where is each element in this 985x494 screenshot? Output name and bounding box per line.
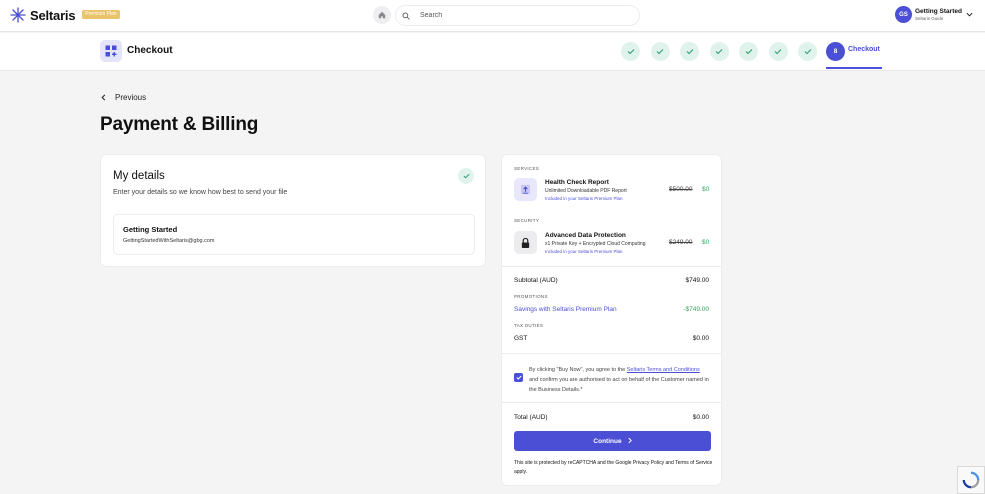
total-value: $0.00 xyxy=(692,414,709,421)
logo-icon xyxy=(10,7,26,23)
check-icon xyxy=(627,49,634,55)
security-name: Advanced Data Protection xyxy=(545,232,626,239)
previous-label: Previous xyxy=(115,93,147,102)
avatar: GS xyxy=(895,6,912,23)
step-completed-3[interactable] xyxy=(680,42,699,61)
tax-label: TAX DUTIES xyxy=(514,323,544,328)
search-icon xyxy=(402,11,410,20)
check-icon xyxy=(804,49,811,55)
terms-text: By clicking "Buy Now", you agree to the … xyxy=(529,365,709,395)
terms-link[interactable]: Seltaris Terms and Conditions xyxy=(627,367,700,373)
step-current: 8 xyxy=(826,42,845,61)
step-completed-5[interactable] xyxy=(739,42,758,61)
captcha-note: This site is protected by reCAPTCHA and … xyxy=(514,460,713,475)
security-label: SECURITY xyxy=(514,218,540,223)
details-subtitle: Enter your details so we know how best t… xyxy=(113,189,288,196)
logo[interactable]: Seltaris xyxy=(10,7,76,23)
step-completed-2[interactable] xyxy=(650,42,670,61)
service-included: Included in your Seltaris Premium Plan xyxy=(545,196,623,201)
divider xyxy=(502,266,721,267)
gst-label: GST xyxy=(514,335,528,342)
check-icon xyxy=(458,168,474,184)
user-info: Getting Started Seltaris Guide xyxy=(915,8,962,22)
service-description: Unlimited Downloadable PDF Report xyxy=(545,188,627,194)
check-icon xyxy=(715,49,723,55)
service-price: $0 xyxy=(702,186,710,193)
lock-icon xyxy=(514,231,537,254)
details-title: My details xyxy=(113,170,165,182)
upload-icon xyxy=(514,178,537,201)
check-icon xyxy=(686,49,693,55)
my-details-card: My details Enter your details so we know… xyxy=(100,154,486,267)
subtotal-value: $749.00 xyxy=(685,277,710,284)
step-completed-4[interactable] xyxy=(709,42,729,61)
service-old-price: $500.00 xyxy=(669,186,693,193)
previous-link[interactable]: Previous xyxy=(101,93,146,102)
user-subtitle: Seltaris Guide xyxy=(915,15,944,21)
contact-name: Getting Started xyxy=(123,225,178,234)
home-button[interactable] xyxy=(373,6,391,24)
plan-badge: Premium Plan xyxy=(82,10,120,19)
logo-text: Seltaris xyxy=(30,7,76,23)
gst-value: $0.00 xyxy=(692,335,709,342)
order-summary-card: SERVICES Health Check Report Unlimited D… xyxy=(501,154,722,486)
service-name: Health Check Report xyxy=(545,179,609,186)
user-name: Getting Started xyxy=(915,7,962,15)
page-heading: Payment & Billing xyxy=(100,114,259,135)
contact-card[interactable]: Getting Started GettingStartedWithSeltar… xyxy=(113,214,475,255)
terms-post: and confirm you are authorised to act on… xyxy=(529,377,709,393)
security-included: Included in your Seltaris Premium Plan xyxy=(545,249,623,254)
chevron-down-icon xyxy=(966,10,973,19)
divider xyxy=(502,353,721,354)
terms-pre: By clicking "Buy Now", you agree to the xyxy=(529,367,627,373)
chevron-right-icon xyxy=(628,437,632,446)
check-icon xyxy=(774,49,782,55)
step-completed-1[interactable] xyxy=(621,42,640,61)
security-old-price: $249.00 xyxy=(669,239,693,246)
search-input[interactable] xyxy=(420,12,620,19)
total-label: Total (AUD) xyxy=(514,414,548,421)
contact-email: GettingStartedWithSeltaris@gbg.com xyxy=(123,238,215,244)
step-underline xyxy=(826,67,882,69)
search-bar[interactable] xyxy=(395,5,640,26)
terms-checkbox[interactable] xyxy=(514,373,523,382)
services-label: SERVICES xyxy=(514,166,540,171)
divider xyxy=(502,402,721,403)
promotions-label: PROMOTIONS xyxy=(514,294,548,299)
user-menu[interactable]: GS Getting Started Seltaris Guide xyxy=(895,6,973,23)
top-navigation-bar: Seltaris Premium Plan GS Getting Started… xyxy=(0,0,985,32)
promo-label: Savings with Seltaris Premium Plan xyxy=(514,306,617,313)
security-description: x1 Private Key + Encrypted Cloud Computi… xyxy=(545,241,646,247)
continue-button[interactable]: Continue xyxy=(514,431,711,451)
continue-label: Continue xyxy=(593,437,622,445)
check-icon xyxy=(515,375,522,380)
security-price: $0 xyxy=(702,239,710,246)
recaptcha-icon xyxy=(962,471,980,489)
chevron-left-icon xyxy=(101,94,106,101)
page-title: Checkout xyxy=(127,45,173,56)
recaptcha-badge[interactable] xyxy=(957,466,985,494)
check-icon xyxy=(656,49,664,55)
check-icon xyxy=(745,49,752,55)
step-completed-7[interactable] xyxy=(798,42,817,61)
checkout-step-bar: Checkout 8 Checkout xyxy=(0,33,985,71)
step-current-label[interactable]: Checkout xyxy=(848,46,880,53)
home-icon xyxy=(378,11,386,19)
subtotal-label: Subtotal (AUD) xyxy=(514,277,558,284)
grid-plus-icon xyxy=(100,40,122,62)
step-completed-6[interactable] xyxy=(768,42,788,61)
promo-value: -$749.00 xyxy=(683,306,709,313)
